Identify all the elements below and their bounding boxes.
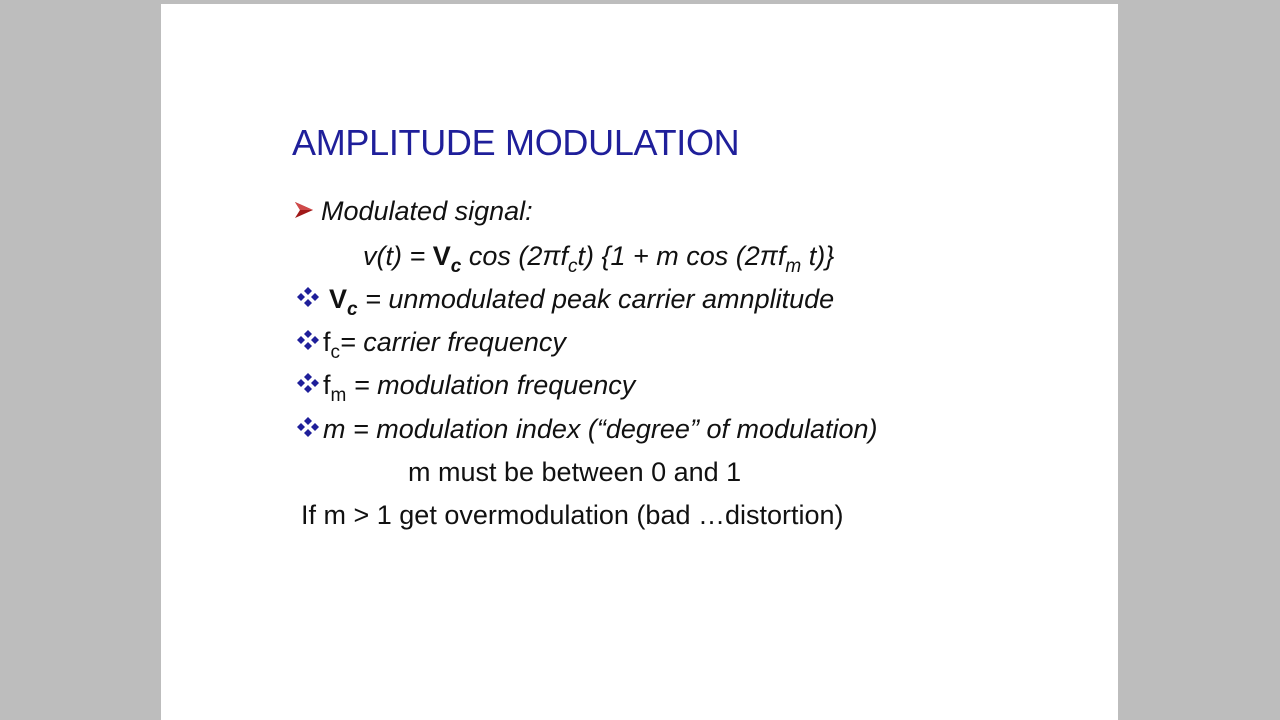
definition-text: m = modulation index (“degree” of modula… [323, 414, 878, 444]
equation-sub: c [450, 256, 462, 277]
symbol-subscript: c [330, 342, 341, 363]
symbol-subscript: c [347, 299, 358, 320]
equation-part: t) {1 + m cos (2πf [577, 241, 786, 271]
heading-text: Modulated signal: [321, 196, 533, 226]
equation-sub: m [785, 256, 802, 277]
slide-title: AMPLITUDE MODULATION [292, 122, 740, 163]
symbol-subscript: m [330, 385, 347, 406]
definition-text: = carrier frequency [340, 327, 566, 357]
definition-vc: Vc = unmodulated peak carrier amnplitude [297, 283, 835, 320]
equation-v: V [432, 241, 451, 271]
arrow-bullet-icon [295, 202, 313, 218]
symbol: f [323, 370, 331, 400]
diamond-cluster-bullet-icon [297, 417, 319, 437]
definition-text: = modulation frequency [346, 370, 636, 400]
symbol: f [323, 327, 331, 357]
equation-part: cos (2πf [461, 241, 568, 271]
modulated-signal-equation: v(t) = Vc cos (2πfct) {1 + m cos (2πfm t… [363, 240, 835, 277]
note-range: m must be between 0 and 1 [408, 457, 742, 487]
heading-line: Modulated signal: [293, 195, 533, 227]
definition-m: m = modulation index (“degree” of modula… [297, 413, 878, 445]
diamond-cluster-bullet-icon [297, 373, 319, 393]
note-overmodulation: If m > 1 get overmodulation (bad …distor… [301, 500, 844, 530]
diamond-cluster-bullet-icon [297, 330, 319, 350]
equation-part: t)} [801, 241, 835, 271]
definition-fm: fm = modulation frequency [297, 369, 636, 406]
symbol: V [329, 284, 348, 314]
definition-text: = unmodulated peak carrier amnplitude [357, 284, 835, 314]
diamond-cluster-bullet-icon [297, 287, 319, 307]
slide: AMPLITUDE MODULATION Modulated signal: v… [161, 4, 1118, 720]
definition-fc: fc= carrier frequency [297, 326, 566, 363]
equation-part: v(t) = [363, 241, 433, 271]
equation-sub: c [567, 256, 578, 277]
